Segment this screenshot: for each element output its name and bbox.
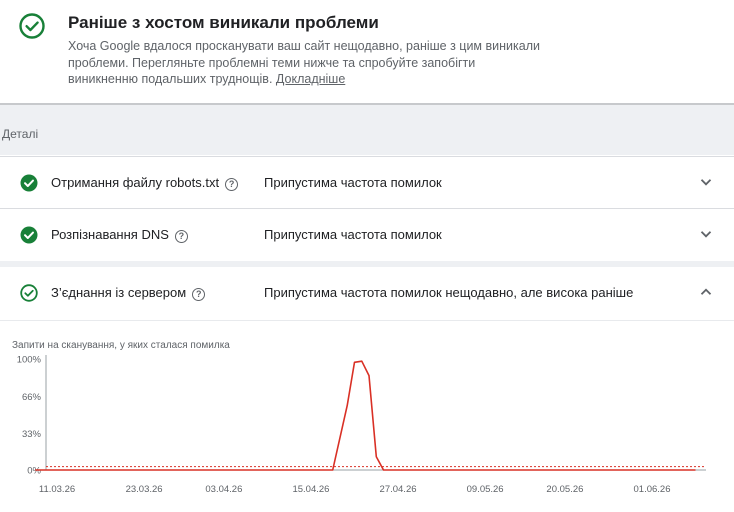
row-status: Припустима частота помилок (264, 175, 442, 190)
row-name-text: З’єднання із сервером (51, 285, 187, 300)
series-line (35, 360, 696, 471)
row-robots-txt[interactable]: Отримання файлу robots.txt? Припустима ч… (0, 156, 734, 208)
help-icon[interactable]: ? (225, 178, 239, 191)
status-header: Раніше з хостом виникали проблеми Хоча G… (0, 0, 734, 103)
x-tick-label: 03.04.26 (205, 484, 242, 495)
error-rate-line-chart: 100% 66% 33% 0% 11.03.26 23.03.26 03.04.26 15.0… (17, 355, 706, 495)
row-name-text: Розпізнавання DNS (51, 227, 169, 242)
help-icon[interactable]: ? (174, 230, 188, 243)
details-band (0, 105, 734, 155)
x-tick-label: 01.06.26 (634, 484, 671, 495)
status-title: Раніше з хостом виникали проблеми (68, 13, 379, 32)
chevron-down-icon[interactable] (699, 175, 713, 189)
y-tick-label: 100% (17, 355, 42, 366)
x-tick-label: 20.05.26 (546, 484, 583, 495)
row-server-connection[interactable]: З’єднання із сервером? Припустима частот… (0, 267, 734, 320)
help-icon[interactable]: ? (192, 288, 206, 301)
x-tick-label: 09.05.26 (467, 484, 504, 495)
x-tick-label: 23.03.26 (126, 484, 163, 495)
row-name: Розпізнавання DNS? (51, 227, 188, 243)
check-circle-outline-icon (20, 284, 38, 302)
check-circle-icon (20, 174, 38, 192)
status-description: Хоча Google вдалося просканувати ваш сай… (68, 38, 548, 88)
y-tick-label: 66% (22, 392, 42, 403)
check-circle-outline-icon (19, 13, 45, 39)
details-label: Деталі (2, 127, 39, 141)
row-name-text: Отримання файлу robots.txt (51, 175, 220, 190)
x-tick-label: 27.04.26 (380, 484, 417, 495)
row-status: Припустима частота помилок нещодавно, ал… (264, 285, 634, 300)
row-name: Отримання файлу robots.txt? (51, 175, 239, 191)
learn-more-link[interactable]: Докладніше (276, 72, 345, 86)
y-tick-label: 0% (27, 466, 41, 477)
chevron-down-icon[interactable] (699, 227, 713, 241)
chevron-up-icon[interactable] (699, 285, 713, 299)
y-tick-label: 33% (22, 429, 42, 440)
row-status: Припустима частота помилок (264, 227, 442, 242)
x-tick-label: 11.03.26 (39, 484, 75, 495)
row-name: З’єднання із сервером? (51, 285, 206, 301)
x-tick-label: 15.04.26 (292, 484, 329, 495)
row-dns[interactable]: Розпізнавання DNS? Припустима частота по… (0, 208, 734, 260)
check-circle-icon (20, 226, 38, 244)
